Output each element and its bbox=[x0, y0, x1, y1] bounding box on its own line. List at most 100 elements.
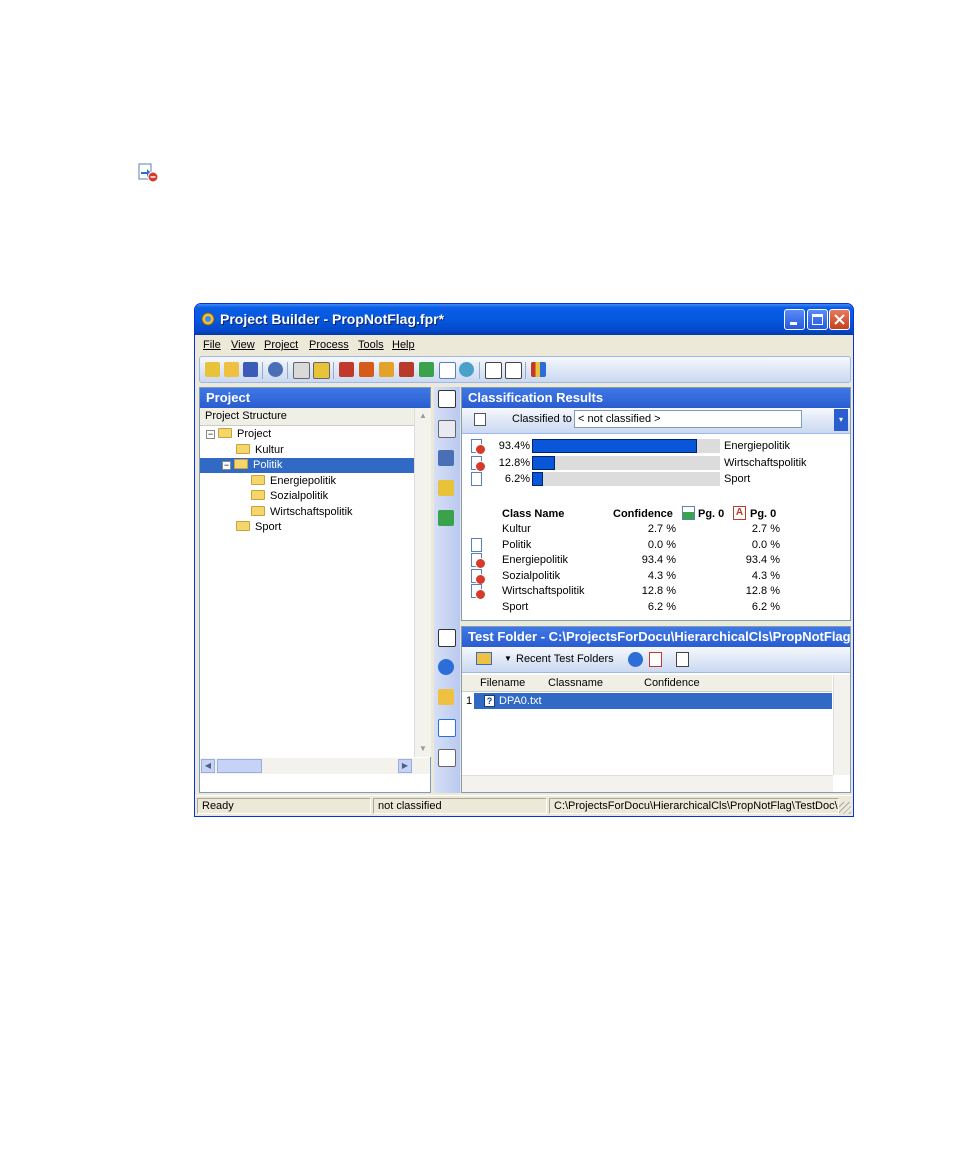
pdf-page-icon: A bbox=[733, 506, 746, 520]
classified-to-field[interactable]: < not classified > bbox=[574, 410, 802, 428]
settings-icon[interactable] bbox=[268, 362, 283, 377]
class-row-name[interactable]: Wirtschaftspolitik bbox=[502, 585, 585, 597]
row-number: 1 bbox=[466, 695, 473, 707]
folder-icon bbox=[236, 521, 250, 531]
chart-icon[interactable] bbox=[531, 362, 546, 377]
menu-file[interactable]: File bbox=[203, 339, 221, 351]
tree-item-label: Project bbox=[237, 428, 272, 440]
bar-class-name: Energiepolitik bbox=[724, 440, 791, 452]
classify-folder-icon[interactable] bbox=[628, 652, 643, 667]
hierarchy-view-icon[interactable] bbox=[438, 450, 454, 466]
class-row-name[interactable]: Energiepolitik bbox=[502, 554, 568, 566]
horizontal-scroll-thumb[interactable] bbox=[217, 759, 262, 773]
checklist-view-icon[interactable] bbox=[438, 719, 456, 737]
test-vertical-scrollbar[interactable] bbox=[833, 675, 850, 775]
class-row-name[interactable]: Sport bbox=[502, 601, 528, 613]
title-bar[interactable]: Project Builder - PropNotFlag.fpr* bbox=[195, 304, 853, 335]
table-view-icon[interactable] bbox=[438, 420, 456, 438]
document-hit-icon bbox=[471, 455, 486, 472]
classify-icon[interactable] bbox=[339, 362, 354, 377]
tree-item-sport[interactable]: Sport bbox=[236, 520, 281, 535]
class-row-page-confidence: 6.2 % bbox=[751, 600, 780, 613]
menu-help[interactable]: Help bbox=[392, 339, 415, 351]
list-icon[interactable] bbox=[505, 362, 522, 379]
maximize-button[interactable] bbox=[807, 309, 828, 330]
check-view-icon[interactable] bbox=[438, 510, 454, 526]
maximize-icon bbox=[812, 314, 823, 325]
document-icon[interactable] bbox=[439, 362, 456, 379]
open-folder-icon[interactable] bbox=[476, 652, 492, 665]
tree-item-label: Sozialpolitik bbox=[270, 490, 329, 502]
close-icon bbox=[834, 314, 845, 325]
process-all-icon[interactable] bbox=[399, 362, 414, 377]
main-toolbar bbox=[199, 356, 851, 383]
chevron-down-icon[interactable]: ▼ bbox=[504, 654, 512, 663]
network-view-icon[interactable] bbox=[438, 659, 454, 675]
classname-column-header[interactable]: Classname bbox=[548, 677, 603, 689]
confidence-bar-track bbox=[532, 455, 720, 470]
save-icon[interactable] bbox=[243, 362, 258, 377]
extract-icon[interactable] bbox=[379, 362, 394, 377]
menu-project[interactable]: Project bbox=[264, 339, 298, 351]
notes-view-icon[interactable] bbox=[438, 480, 454, 496]
window-title: Project Builder - PropNotFlag.fpr* bbox=[220, 311, 445, 327]
collapse-icon[interactable]: − bbox=[206, 430, 215, 439]
project-folders-icon bbox=[218, 428, 232, 438]
tree-item-politik[interactable]: − Politik bbox=[200, 458, 414, 473]
classification-view-icon[interactable] bbox=[438, 390, 456, 408]
menu-view[interactable]: View bbox=[231, 339, 255, 351]
class-row-name[interactable]: Sozialpolitik bbox=[502, 570, 560, 582]
image-page-icon bbox=[682, 506, 695, 520]
tree-item-wirtschaftspolitik[interactable]: Wirtschaftspolitik bbox=[251, 505, 353, 520]
filename-column-header[interactable]: Filename bbox=[480, 677, 525, 689]
project-horizontal-scrollbar[interactable]: ◀ ▶ bbox=[200, 758, 430, 774]
class-name-header: Class Name bbox=[502, 508, 565, 520]
classify-batch-icon[interactable] bbox=[359, 362, 374, 377]
scroll-left-arrow-icon[interactable]: ◀ bbox=[201, 759, 215, 773]
menu-tools[interactable]: Tools bbox=[358, 339, 384, 351]
test-folder-toolbar: ▼ Recent Test Folders bbox=[462, 647, 850, 673]
resize-grip-icon[interactable] bbox=[839, 802, 851, 814]
tree-item-energiepolitik[interactable]: Energiepolitik bbox=[251, 474, 336, 489]
class-row-name[interactable]: Kultur bbox=[502, 523, 531, 535]
add-document-icon[interactable] bbox=[649, 652, 662, 667]
folder-icon bbox=[251, 474, 265, 485]
table-row[interactable]: ? DPA0.txt bbox=[474, 693, 832, 709]
class-row-confidence: 6.2 % bbox=[647, 600, 676, 613]
tree-node-icon[interactable] bbox=[474, 413, 486, 426]
gear-icon[interactable] bbox=[459, 362, 474, 377]
tree-item-kultur[interactable]: Kultur bbox=[236, 443, 284, 458]
ocr-icon[interactable] bbox=[293, 362, 310, 379]
document-hit-icon bbox=[471, 439, 486, 455]
recent-test-folders-button[interactable]: Recent Test Folders bbox=[516, 653, 614, 665]
project-builder-window: Project Builder - PropNotFlag.fpr* File … bbox=[194, 303, 854, 817]
report-icon[interactable] bbox=[485, 362, 502, 379]
bar-percent: 6.2% bbox=[504, 473, 530, 485]
report-document-icon[interactable] bbox=[676, 652, 689, 667]
new-project-icon[interactable] bbox=[205, 362, 220, 377]
menu-process[interactable]: Process bbox=[309, 339, 349, 351]
pages-view-icon[interactable] bbox=[438, 749, 456, 767]
classification-results-header: Classification Results bbox=[462, 388, 850, 408]
project-structure-column-header[interactable]: Project Structure bbox=[200, 408, 414, 426]
close-button[interactable] bbox=[829, 309, 850, 330]
class-row-name[interactable]: Politik bbox=[502, 539, 531, 551]
verify-icon[interactable] bbox=[419, 362, 434, 377]
tree-item-sozialpolitik[interactable]: Sozialpolitik bbox=[251, 489, 328, 504]
folder-view-icon[interactable] bbox=[438, 689, 454, 705]
project-vertical-scrollbar[interactable]: ▲ ▼ bbox=[414, 408, 431, 757]
menu-bar: File View Project Process Tools Help bbox=[195, 335, 853, 355]
bar-percent: 12.8% bbox=[498, 456, 530, 469]
test-horizontal-scrollbar[interactable] bbox=[462, 775, 833, 792]
scroll-down-arrow-icon[interactable]: ▼ bbox=[416, 742, 430, 756]
scroll-right-arrow-icon[interactable]: ▶ bbox=[398, 759, 412, 773]
tree-item-project[interactable]: − Project bbox=[206, 427, 271, 442]
scroll-up-arrow-icon[interactable]: ▲ bbox=[416, 409, 430, 423]
test-folder-view-icon[interactable] bbox=[438, 629, 456, 647]
collapse-icon[interactable]: − bbox=[222, 461, 231, 470]
minimize-button[interactable] bbox=[784, 309, 805, 330]
confidence-column-header[interactable]: Confidence bbox=[644, 677, 700, 689]
open-icon[interactable] bbox=[224, 362, 239, 377]
ocr-batch-icon[interactable] bbox=[313, 362, 330, 379]
toolbar-overflow-icon[interactable]: ▾ bbox=[834, 409, 848, 431]
